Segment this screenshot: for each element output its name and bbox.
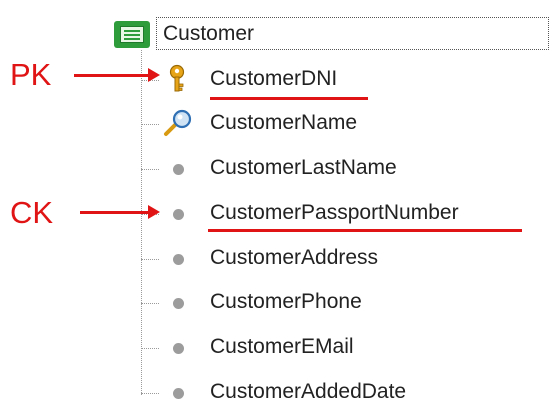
pk-annotation-label: PK xyxy=(10,57,52,92)
tree-connector-line xyxy=(141,393,159,394)
pk-underline xyxy=(210,97,368,100)
tree-root-customer[interactable]: Customer xyxy=(112,12,549,50)
tree-connector-line xyxy=(141,169,159,170)
structure-tree: Customer CustomerDNI CustomerName Custom… xyxy=(0,0,549,405)
tree-item-customerlastname[interactable]: CustomerLastName xyxy=(160,149,549,189)
attribute-label: CustomerAddedDate xyxy=(210,380,407,403)
key-icon xyxy=(169,64,185,92)
tree-connector-line xyxy=(141,124,159,125)
search-key-icon xyxy=(164,109,192,136)
attribute-dot-icon xyxy=(173,343,184,354)
attribute-dot-icon xyxy=(173,209,184,220)
attribute-dot-icon xyxy=(173,254,184,265)
tree-item-customername[interactable]: CustomerName xyxy=(160,104,549,144)
attribute-label: CustomerLastName xyxy=(210,156,397,179)
tree-connector-line xyxy=(141,50,142,395)
ck-arrow xyxy=(80,205,160,219)
attribute-dot-icon xyxy=(173,298,184,309)
attribute-label: CustomerAddress xyxy=(210,246,379,269)
ck-underline xyxy=(208,229,522,232)
tree-item-customeraddress[interactable]: CustomerAddress xyxy=(160,239,549,279)
attribute-label: CustomerName xyxy=(210,111,358,134)
tree-item-customerdni[interactable]: CustomerDNI xyxy=(160,60,549,100)
attribute-label: CustomerPhone xyxy=(210,290,362,313)
tree-root-label: Customer xyxy=(156,17,549,50)
ck-annotation-label: CK xyxy=(10,195,54,230)
attribute-label: CustomerDNI xyxy=(210,67,338,90)
tree-connector-line xyxy=(141,259,159,260)
tree-item-customerpassportnumber[interactable]: CustomerPassportNumber xyxy=(160,194,549,234)
tree-connector-line xyxy=(141,303,159,304)
attribute-dot-icon xyxy=(173,164,184,175)
tree-connector-line xyxy=(141,348,159,349)
pk-arrow xyxy=(74,68,160,82)
tree-item-customerphone[interactable]: CustomerPhone xyxy=(160,283,549,323)
tree-item-customeraddeddate[interactable]: CustomerAddedDate xyxy=(160,373,549,413)
attribute-label: CustomerEMail xyxy=(210,335,354,358)
tree-item-customeremail[interactable]: CustomerEMail xyxy=(160,328,549,368)
attribute-dot-icon xyxy=(173,388,184,399)
attribute-label: CustomerPassportNumber xyxy=(210,201,459,224)
transaction-table-icon xyxy=(114,21,150,48)
